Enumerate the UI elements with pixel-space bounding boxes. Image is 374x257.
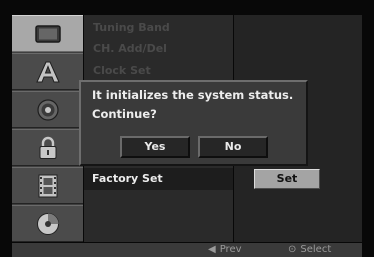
speaker-icon [36, 98, 59, 121]
prev-hint-label: Prev [219, 244, 242, 255]
no-button[interactable]: No [198, 136, 268, 158]
yes-button[interactable]: Yes [120, 136, 190, 158]
disc-icon [36, 212, 59, 235]
arrow-left-icon: ◀ [208, 244, 216, 255]
category-lock[interactable] [12, 129, 83, 166]
category-tv[interactable] [12, 15, 83, 52]
select-hint-label: Select [300, 244, 332, 255]
tv-screen-icon [34, 24, 61, 43]
dialog-message: It initializes the system status. [92, 88, 294, 102]
category-column [12, 15, 83, 242]
hint-bar: ◀ Prev ⊙ Select [12, 243, 362, 257]
language-a-icon [35, 61, 60, 82]
select-hint[interactable]: ⊙ Select [288, 243, 331, 257]
padlock-icon [39, 136, 56, 159]
dialog-question: Continue? [92, 107, 157, 121]
menu-item-clock-set[interactable]: Clock Set [93, 64, 151, 77]
select-circle-icon: ⊙ [288, 244, 297, 255]
menu-item-factory-set[interactable]: Factory Set [84, 168, 233, 190]
menu-item-ch-add-del[interactable]: CH. Add/Del [93, 42, 167, 55]
confirm-dialog: It initializes the system status. Contin… [79, 80, 308, 166]
film-strip-icon [38, 174, 57, 197]
category-disc[interactable] [12, 205, 83, 242]
set-button[interactable]: Set [254, 169, 320, 189]
category-audio[interactable] [12, 91, 83, 128]
category-others[interactable] [12, 167, 83, 204]
prev-hint[interactable]: ◀ Prev [208, 243, 242, 257]
category-language[interactable] [12, 53, 83, 90]
menu-item-tuning-band[interactable]: Tuning Band [93, 21, 170, 34]
setup-screen: Tuning Band CH. Add/Del Clock Set Factor… [0, 0, 374, 257]
